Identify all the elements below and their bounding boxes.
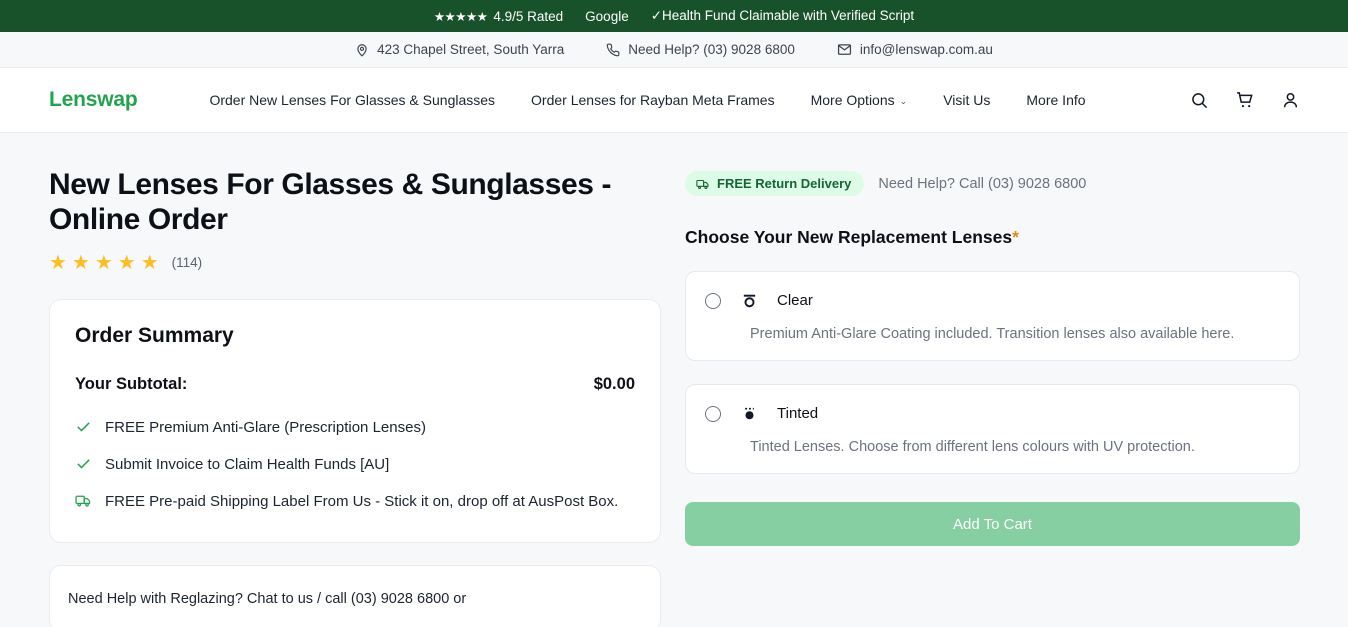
main-navigation: Order New Lenses For Glasses & Sunglasse… (209, 92, 1190, 108)
lens-option-header: Tinted (705, 403, 1279, 424)
cart-icon[interactable] (1235, 90, 1255, 110)
free-return-delivery-label: FREE Return Delivery (717, 176, 852, 191)
header-icon-group (1190, 90, 1300, 110)
nav-item-more-info[interactable]: More Info (1026, 92, 1085, 108)
check-icon (75, 453, 93, 476)
nav-label: More Info (1026, 92, 1086, 108)
lens-option-label: Tinted (777, 405, 819, 422)
location-pin-icon (355, 43, 369, 57)
page-body: New Lenses For Glasses & Sunglasses - On… (0, 133, 1348, 627)
announcement-source: Google (585, 8, 629, 24)
benefit-text: FREE Premium Anti-Glare (Prescription Le… (105, 418, 426, 436)
phone-icon (606, 43, 620, 57)
nav-item-order-new-lenses[interactable]: Order New Lenses For Glasses & Sunglasse… (209, 92, 495, 108)
page-title: New Lenses For Glasses & Sunglasses - On… (49, 168, 612, 237)
contact-email[interactable]: info@lenswap.com.au (837, 42, 993, 57)
order-summary-title: Order Summary (75, 323, 234, 347)
lens-option-tinted[interactable]: Tinted Tinted Lenses. Choose from differ… (685, 384, 1300, 474)
order-summary-card: Order Summary Your Subtotal: $0.00 FREE … (49, 298, 661, 543)
lens-option-clear[interactable]: Clear Premium Anti-Glare Coating include… (685, 271, 1300, 361)
chevron-down-icon: ⌄ (899, 95, 908, 106)
nav-label: Order Lenses for Rayban Meta Frames (531, 92, 775, 108)
right-column: FREE Return Delivery Need Help? Call (03… (685, 167, 1300, 546)
truck-icon (696, 177, 710, 191)
reglazing-help-text: Need Help with Reglazing? Chat to us / c… (68, 590, 467, 607)
announcement-rating-text: 4.9/5 Rated (493, 8, 564, 24)
subtotal-label: Your Subtotal: (75, 374, 188, 393)
radio-tinted[interactable] (705, 405, 721, 422)
product-rating: ★★★★★ (114) (49, 250, 661, 275)
nav-item-rayban-meta-frames[interactable]: Order Lenses for Rayban Meta Frames (531, 92, 775, 108)
required-asterisk: * (1012, 227, 1019, 247)
nav-label: Order New Lenses For Glasses & Sunglasse… (209, 92, 496, 108)
check-icon (75, 416, 93, 439)
nav-item-more-options[interactable]: More Options ⌄ (811, 92, 908, 108)
clear-lens-icon (737, 290, 761, 311)
contact-email-text: info@lenswap.com.au (859, 42, 993, 57)
benefit-text: Submit Invoice to Claim Health Funds [AU… (105, 456, 390, 474)
benefit-item: FREE Premium Anti-Glare (Prescription Le… (75, 416, 635, 439)
benefit-item: FREE Pre-paid Shipping Label From Us - S… (75, 490, 635, 513)
announcement-rating: ★★★★★ 4.9/5 Rated (434, 9, 563, 24)
need-help-call-text: Need Help? Call (03) 9028 6800 (878, 175, 1087, 192)
nav-label: Visit Us (943, 92, 991, 108)
user-account-icon[interactable] (1281, 91, 1300, 110)
lens-section-title-text: Choose Your New Replacement Lenses (685, 227, 1013, 247)
nav-label: More Options (810, 92, 895, 108)
envelope-icon (837, 42, 852, 57)
lens-section-title: Choose Your New Replacement Lenses* (685, 227, 1300, 248)
benefit-text: FREE Pre-paid Shipping Label From Us - S… (105, 493, 619, 511)
truck-icon (75, 490, 93, 513)
announcement-stars-icon: ★★★★★ (433, 9, 488, 24)
benefit-item: Submit Invoice to Claim Health Funds [AU… (75, 453, 635, 476)
site-header: Lenswap Order New Lenses For Glasses & S… (0, 68, 1348, 133)
contact-bar: 423 Chapel Street, South Yarra Need Help… (0, 32, 1348, 68)
lens-option-description: Tinted Lenses. Choose from different len… (750, 439, 1195, 455)
nav-item-visit-us[interactable]: Visit Us (943, 92, 990, 108)
site-logo[interactable]: Lenswap (49, 88, 138, 112)
lens-option-description: Premium Anti-Glare Coating included. Tra… (750, 326, 1235, 342)
contact-address-text: 423 Chapel Street, South Yarra (377, 42, 565, 57)
contact-phone-text: Need Help? (03) 9028 6800 (628, 42, 795, 57)
subtotal-value: $0.00 (593, 374, 635, 393)
contact-phone[interactable]: Need Help? (03) 9028 6800 (606, 42, 795, 57)
review-count: (114) (171, 254, 203, 270)
lens-option-header: Clear (705, 290, 1279, 311)
rating-stars-icon: ★★★★★ (49, 251, 164, 274)
add-to-cart-button[interactable]: Add To Cart (685, 502, 1300, 546)
contact-address[interactable]: 423 Chapel Street, South Yarra (355, 42, 564, 57)
subtotal-row: Your Subtotal: $0.00 (75, 375, 635, 394)
reglazing-help-card: Need Help with Reglazing? Chat to us / c… (49, 564, 661, 627)
search-icon[interactable] (1190, 91, 1209, 110)
benefits-list: FREE Premium Anti-Glare (Prescription Le… (75, 416, 635, 514)
radio-clear[interactable] (705, 292, 721, 309)
announcement-claim-text: ✓Health Fund Claimable with Verified Scr… (650, 8, 915, 23)
announcement-bar: ★★★★★ 4.9/5 Rated Google ✓Health Fund Cl… (0, 0, 1348, 32)
free-return-delivery-badge: FREE Return Delivery (685, 171, 865, 196)
left-column: New Lenses For Glasses & Sunglasses - On… (49, 167, 661, 627)
lens-option-label: Clear (777, 292, 813, 309)
delivery-badge-row: FREE Return Delivery Need Help? Call (03… (685, 171, 1300, 196)
tinted-lens-icon (737, 403, 761, 424)
